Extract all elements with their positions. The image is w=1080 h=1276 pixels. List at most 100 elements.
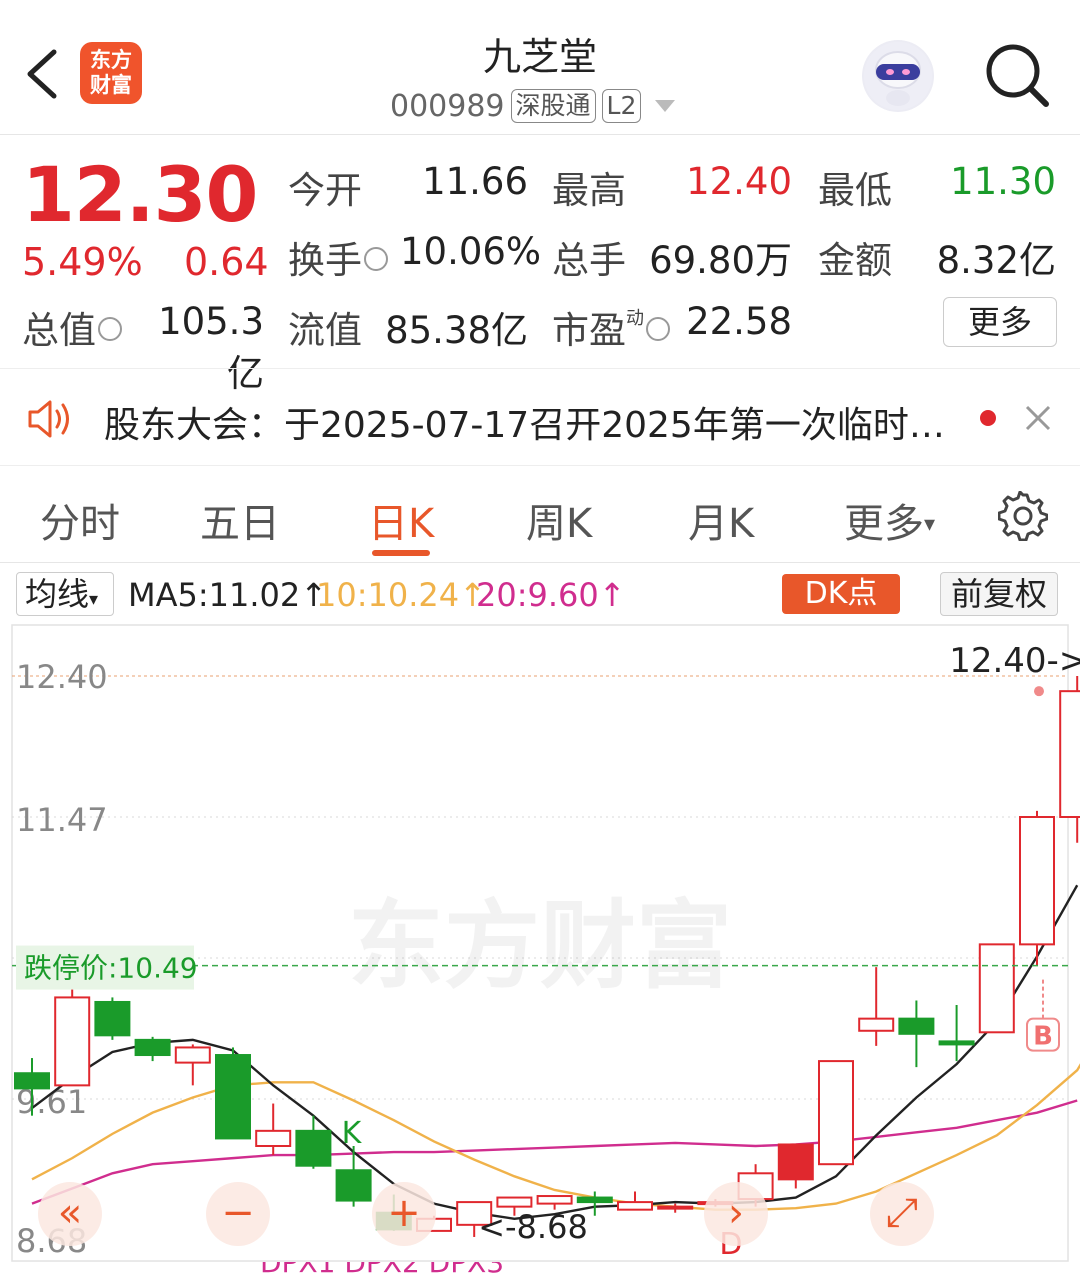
candle-body	[335, 1169, 372, 1202]
zoom-out-button[interactable]: −	[206, 1182, 270, 1246]
caret-down-icon: ▾	[924, 512, 936, 537]
b-marker-dot	[1034, 686, 1044, 697]
candle	[1059, 676, 1080, 843]
y-tick-label: 12.40	[16, 658, 108, 696]
tab-daily-k[interactable]: 日K	[368, 491, 434, 549]
float-cap-value: 85.38亿	[385, 309, 528, 352]
zoom-in-button-icon: +	[387, 1190, 421, 1236]
limit-down-label: 跌停价:10.49	[24, 952, 198, 985]
dk-point-button[interactable]: DK点	[782, 574, 900, 614]
k-marker: K	[342, 1116, 363, 1151]
search-icon[interactable]	[982, 40, 1052, 110]
chart-grid	[12, 675, 1068, 1100]
candle-body	[818, 1060, 854, 1166]
info-icon[interactable]	[646, 316, 670, 341]
pe-value: 22.58	[686, 300, 792, 343]
stock-code: 000989	[390, 88, 505, 124]
market-cap-label: 总值	[22, 300, 122, 354]
active-tab-indicator	[372, 550, 430, 556]
ma5-value: MA5:11.02↑	[128, 576, 328, 614]
candle	[295, 1115, 332, 1169]
candle-body	[496, 1196, 533, 1208]
y-tick-label: 11.47	[16, 801, 108, 839]
tab-intraday[interactable]: 分时	[40, 491, 120, 549]
amount-label: 金额	[818, 239, 892, 282]
top-bar: 东方 财富 九芝堂 000989 深股通 L2	[0, 0, 1080, 135]
float-cap-label: 流值	[288, 309, 362, 352]
candle	[818, 1060, 854, 1166]
info-icon[interactable]	[98, 316, 122, 341]
level2-tag: L2	[601, 89, 642, 123]
candle-body	[777, 1143, 814, 1181]
caret-down-icon: ▾	[89, 589, 99, 610]
zoom-in-button[interactable]: +	[372, 1182, 436, 1246]
change-percent: 5.49%	[22, 240, 143, 284]
amount-value: 8.32亿	[936, 239, 1056, 282]
speaker-icon	[28, 400, 69, 438]
candle	[94, 997, 131, 1040]
scroll-right-button[interactable]: ›	[704, 1182, 768, 1246]
candle-body	[134, 1038, 171, 1057]
tab-more[interactable]: 更多▾	[844, 491, 935, 549]
close-icon[interactable]	[1024, 404, 1052, 432]
info-icon[interactable]	[364, 246, 388, 271]
open-value: 11.66	[422, 160, 528, 203]
candle-body	[938, 1040, 975, 1046]
announcement-text: 股东大会：于2025-07-17召开2025年第一次临时…	[104, 405, 945, 446]
fullscreen-button[interactable]: ⤢	[870, 1182, 934, 1246]
chevron-down-icon[interactable]	[655, 100, 676, 112]
tab-monthly-k[interactable]: 月K	[688, 491, 754, 549]
candle	[134, 1036, 171, 1062]
candle	[858, 967, 895, 1046]
candle	[215, 1047, 251, 1140]
pe-label: 市盈动	[552, 300, 670, 354]
high-value: 12.40	[686, 160, 792, 203]
more-quote-button[interactable]: 更多	[943, 297, 1057, 347]
candle-body	[94, 1000, 131, 1037]
assistant-robot-icon[interactable]	[862, 40, 934, 112]
scroll-right-button-icon: ›	[728, 1190, 744, 1236]
candle-body	[1019, 816, 1055, 946]
zoom-out-button-icon: −	[221, 1190, 255, 1236]
min-price-label: <-8.68	[478, 1208, 588, 1246]
turnover-label: 换手	[288, 230, 388, 284]
candle-body	[898, 1017, 935, 1035]
turnover-value: 10.06%	[400, 230, 542, 273]
adjust-button[interactable]: 前复权	[940, 572, 1058, 616]
candle-body	[54, 996, 91, 1087]
candle	[777, 1143, 814, 1189]
scroll-left-button-icon: «	[58, 1190, 82, 1236]
gear-icon[interactable]	[998, 491, 1048, 541]
connect-tag: 深股通	[510, 89, 596, 123]
candle	[978, 943, 1015, 1034]
candle-body	[576, 1196, 613, 1204]
candle-body	[174, 1046, 211, 1064]
max-price-label: 12.40->	[949, 641, 1080, 681]
ma20-value: 20:9.60↑	[476, 576, 626, 614]
b-marker: B	[1033, 1022, 1053, 1052]
candle	[617, 1191, 653, 1211]
stock-code-row[interactable]: 000989 深股通 L2	[390, 86, 676, 126]
low-label: 最低	[818, 169, 892, 212]
candle	[898, 1000, 935, 1068]
candle-body	[1059, 690, 1080, 818]
candle-body	[617, 1201, 653, 1211]
current-price: 12.30	[22, 150, 258, 239]
ma-select[interactable]: 均线▾	[16, 572, 114, 616]
candle-body	[657, 1205, 694, 1210]
sub-indicator-text: DPX1 DPX2 DPX3	[260, 1262, 504, 1276]
sub-indicator-row: DPX1 DPX2 DPX3	[0, 1262, 1080, 1276]
divider	[0, 368, 1080, 369]
announcement-bar[interactable]: 股东大会：于2025-07-17召开2025年第一次临时…	[0, 370, 1080, 466]
tab-five-day[interactable]: 五日	[200, 491, 280, 549]
period-tabs: 分时 五日 日K 周K 月K 更多▾	[0, 467, 1080, 563]
candlestick-chart[interactable]: 东方财富 12.4011.4710.549.618.68 跌停价:10.4912…	[0, 624, 1080, 1262]
tab-weekly-k[interactable]: 周K	[526, 491, 592, 549]
candle-body	[14, 1072, 50, 1090]
ma10-value: 10:10.24↑	[316, 576, 486, 614]
candle	[174, 1044, 211, 1086]
candle-body	[858, 1017, 895, 1032]
low-value: 11.30	[950, 160, 1056, 203]
scroll-left-button[interactable]: «	[38, 1182, 102, 1246]
change-amount: 0.64	[184, 240, 269, 284]
